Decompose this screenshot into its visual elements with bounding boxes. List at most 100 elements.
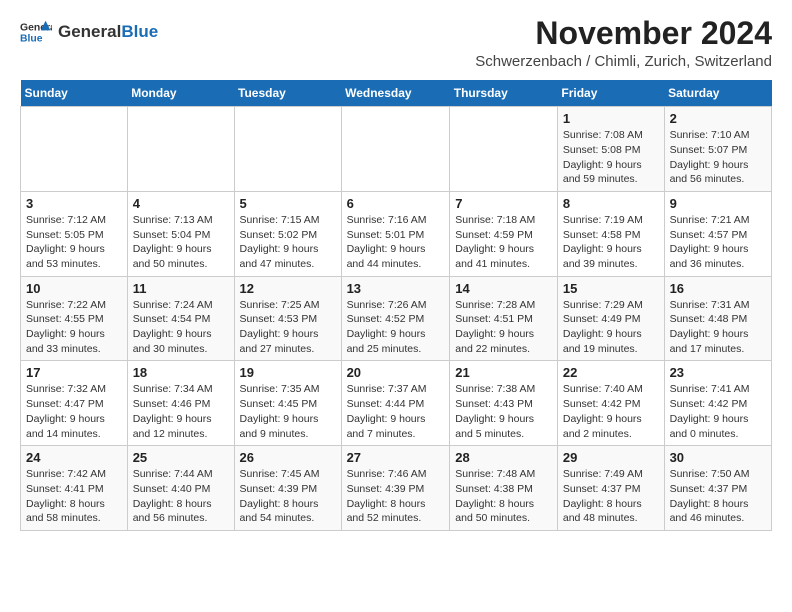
calendar-cell: 9 Sunrise: 7:21 AM Sunset: 4:57 PM Daylig… xyxy=(664,191,771,276)
day-number: 12 xyxy=(240,281,336,296)
day-number: 19 xyxy=(240,365,336,380)
calendar-cell: 24 Sunrise: 7:42 AM Sunset: 4:41 PM Dayli… xyxy=(21,446,128,531)
day-info: Sunrise: 7:45 AM Sunset: 4:39 PM Dayligh… xyxy=(240,467,336,526)
day-info: Sunrise: 7:15 AM Sunset: 5:02 PM Dayligh… xyxy=(240,213,336,272)
day-info: Sunrise: 7:22 AM Sunset: 4:55 PM Dayligh… xyxy=(26,298,122,357)
day-number: 28 xyxy=(455,450,552,465)
day-info: Sunrise: 7:44 AM Sunset: 4:40 PM Dayligh… xyxy=(133,467,229,526)
logo-general: General xyxy=(58,22,121,41)
day-number: 17 xyxy=(26,365,122,380)
calendar-cell: 7 Sunrise: 7:18 AM Sunset: 4:59 PM Daylig… xyxy=(450,191,558,276)
day-info: Sunrise: 7:12 AM Sunset: 5:05 PM Dayligh… xyxy=(26,213,122,272)
calendar-cell xyxy=(21,107,128,192)
logo: General Blue GeneralBlue xyxy=(20,16,158,48)
day-info: Sunrise: 7:42 AM Sunset: 4:41 PM Dayligh… xyxy=(26,467,122,526)
day-number: 13 xyxy=(347,281,445,296)
day-number: 2 xyxy=(670,111,766,126)
day-info: Sunrise: 7:32 AM Sunset: 4:47 PM Dayligh… xyxy=(26,382,122,441)
day-info: Sunrise: 7:24 AM Sunset: 4:54 PM Dayligh… xyxy=(133,298,229,357)
day-number: 23 xyxy=(670,365,766,380)
logo-icon: General Blue xyxy=(20,16,52,48)
main-title: November 2024 xyxy=(475,16,772,51)
weekday-header-wednesday: Wednesday xyxy=(341,80,450,107)
weekday-header-saturday: Saturday xyxy=(664,80,771,107)
day-info: Sunrise: 7:19 AM Sunset: 4:58 PM Dayligh… xyxy=(563,213,659,272)
day-number: 11 xyxy=(133,281,229,296)
day-info: Sunrise: 7:31 AM Sunset: 4:48 PM Dayligh… xyxy=(670,298,766,357)
calendar-cell: 15 Sunrise: 7:29 AM Sunset: 4:49 PM Dayli… xyxy=(557,276,664,361)
day-number: 25 xyxy=(133,450,229,465)
calendar-cell: 23 Sunrise: 7:41 AM Sunset: 4:42 PM Dayli… xyxy=(664,361,771,446)
day-info: Sunrise: 7:13 AM Sunset: 5:04 PM Dayligh… xyxy=(133,213,229,272)
day-info: Sunrise: 7:40 AM Sunset: 4:42 PM Dayligh… xyxy=(563,382,659,441)
calendar-cell: 6Sunrise: 7:16 AM Sunset: 5:01 PM Daylig… xyxy=(341,191,450,276)
day-number: 5 xyxy=(240,196,336,211)
calendar-cell: 3 Sunrise: 7:12 AM Sunset: 5:05 PM Daylig… xyxy=(21,191,128,276)
day-number: 7 xyxy=(455,196,552,211)
title-area: November 2024 Schwerzenbach / Chimli, Zu… xyxy=(475,16,772,70)
day-info: Sunrise: 7:21 AM Sunset: 4:57 PM Dayligh… xyxy=(670,213,766,272)
day-number: 27 xyxy=(347,450,445,465)
day-number: 24 xyxy=(26,450,122,465)
calendar-cell xyxy=(127,107,234,192)
calendar-cell: 18Sunrise: 7:34 AM Sunset: 4:46 PM Dayli… xyxy=(127,361,234,446)
calendar-table: SundayMondayTuesdayWednesdayThursdayFrid… xyxy=(20,80,772,531)
calendar-cell: 11 Sunrise: 7:24 AM Sunset: 4:54 PM Dayli… xyxy=(127,276,234,361)
day-number: 10 xyxy=(26,281,122,296)
calendar-cell: 27 Sunrise: 7:46 AM Sunset: 4:39 PM Dayli… xyxy=(341,446,450,531)
calendar-cell: 26 Sunrise: 7:45 AM Sunset: 4:39 PM Dayli… xyxy=(234,446,341,531)
day-info: Sunrise: 7:48 AM Sunset: 4:38 PM Dayligh… xyxy=(455,467,552,526)
header: General Blue GeneralBlue November 2024 S… xyxy=(20,16,772,70)
day-number: 6 xyxy=(347,196,445,211)
day-number: 8 xyxy=(563,196,659,211)
day-info: Sunrise: 7:35 AM Sunset: 4:45 PM Dayligh… xyxy=(240,382,336,441)
calendar-cell xyxy=(450,107,558,192)
calendar-cell: 22Sunrise: 7:40 AM Sunset: 4:42 PM Dayli… xyxy=(557,361,664,446)
calendar-cell: 12 Sunrise: 7:25 AM Sunset: 4:53 PM Dayli… xyxy=(234,276,341,361)
day-number: 1 xyxy=(563,111,659,126)
day-number: 29 xyxy=(563,450,659,465)
day-number: 26 xyxy=(240,450,336,465)
logo-blue: Blue xyxy=(121,22,158,41)
calendar-cell: 13 Sunrise: 7:26 AM Sunset: 4:52 PM Dayli… xyxy=(341,276,450,361)
calendar-cell: 10 Sunrise: 7:22 AM Sunset: 4:55 PM Dayli… xyxy=(21,276,128,361)
calendar-cell: 21Sunrise: 7:38 AM Sunset: 4:43 PM Dayli… xyxy=(450,361,558,446)
day-info: Sunrise: 7:10 AM Sunset: 5:07 PM Dayligh… xyxy=(670,128,766,187)
calendar-cell: 25 Sunrise: 7:44 AM Sunset: 4:40 PM Dayli… xyxy=(127,446,234,531)
day-info: Sunrise: 7:28 AM Sunset: 4:51 PM Dayligh… xyxy=(455,298,552,357)
day-number: 4 xyxy=(133,196,229,211)
calendar-cell: 28 Sunrise: 7:48 AM Sunset: 4:38 PM Dayli… xyxy=(450,446,558,531)
day-number: 16 xyxy=(670,281,766,296)
day-info: Sunrise: 7:38 AM Sunset: 4:43 PM Dayligh… xyxy=(455,382,552,441)
calendar-cell: 5 Sunrise: 7:15 AM Sunset: 5:02 PM Daylig… xyxy=(234,191,341,276)
calendar-cell: 30Sunrise: 7:50 AM Sunset: 4:37 PM Dayli… xyxy=(664,446,771,531)
day-number: 14 xyxy=(455,281,552,296)
calendar-cell: 8 Sunrise: 7:19 AM Sunset: 4:58 PM Daylig… xyxy=(557,191,664,276)
calendar-cell: 14 Sunrise: 7:28 AM Sunset: 4:51 PM Dayli… xyxy=(450,276,558,361)
day-number: 3 xyxy=(26,196,122,211)
day-number: 9 xyxy=(670,196,766,211)
day-number: 15 xyxy=(563,281,659,296)
calendar-cell: 17 Sunrise: 7:32 AM Sunset: 4:47 PM Dayli… xyxy=(21,361,128,446)
calendar-cell: 20 Sunrise: 7:37 AM Sunset: 4:44 PM Dayli… xyxy=(341,361,450,446)
weekday-header-sunday: Sunday xyxy=(21,80,128,107)
weekday-header-monday: Monday xyxy=(127,80,234,107)
day-info: Sunrise: 7:41 AM Sunset: 4:42 PM Dayligh… xyxy=(670,382,766,441)
day-info: Sunrise: 7:34 AM Sunset: 4:46 PM Dayligh… xyxy=(133,382,229,441)
day-info: Sunrise: 7:26 AM Sunset: 4:52 PM Dayligh… xyxy=(347,298,445,357)
day-info: Sunrise: 7:18 AM Sunset: 4:59 PM Dayligh… xyxy=(455,213,552,272)
calendar-cell: 4 Sunrise: 7:13 AM Sunset: 5:04 PM Daylig… xyxy=(127,191,234,276)
day-number: 20 xyxy=(347,365,445,380)
day-info: Sunrise: 7:29 AM Sunset: 4:49 PM Dayligh… xyxy=(563,298,659,357)
calendar-cell: 1Sunrise: 7:08 AM Sunset: 5:08 PM Daylig… xyxy=(557,107,664,192)
calendar-cell: 19 Sunrise: 7:35 AM Sunset: 4:45 PM Dayli… xyxy=(234,361,341,446)
weekday-header-thursday: Thursday xyxy=(450,80,558,107)
calendar-cell xyxy=(234,107,341,192)
calendar-cell: 2 Sunrise: 7:10 AM Sunset: 5:07 PM Daylig… xyxy=(664,107,771,192)
weekday-header-tuesday: Tuesday xyxy=(234,80,341,107)
day-info: Sunrise: 7:46 AM Sunset: 4:39 PM Dayligh… xyxy=(347,467,445,526)
calendar-cell: 29 Sunrise: 7:49 AM Sunset: 4:37 PM Dayli… xyxy=(557,446,664,531)
day-info: Sunrise: 7:37 AM Sunset: 4:44 PM Dayligh… xyxy=(347,382,445,441)
day-info: Sunrise: 7:25 AM Sunset: 4:53 PM Dayligh… xyxy=(240,298,336,357)
day-info: Sunrise: 7:49 AM Sunset: 4:37 PM Dayligh… xyxy=(563,467,659,526)
